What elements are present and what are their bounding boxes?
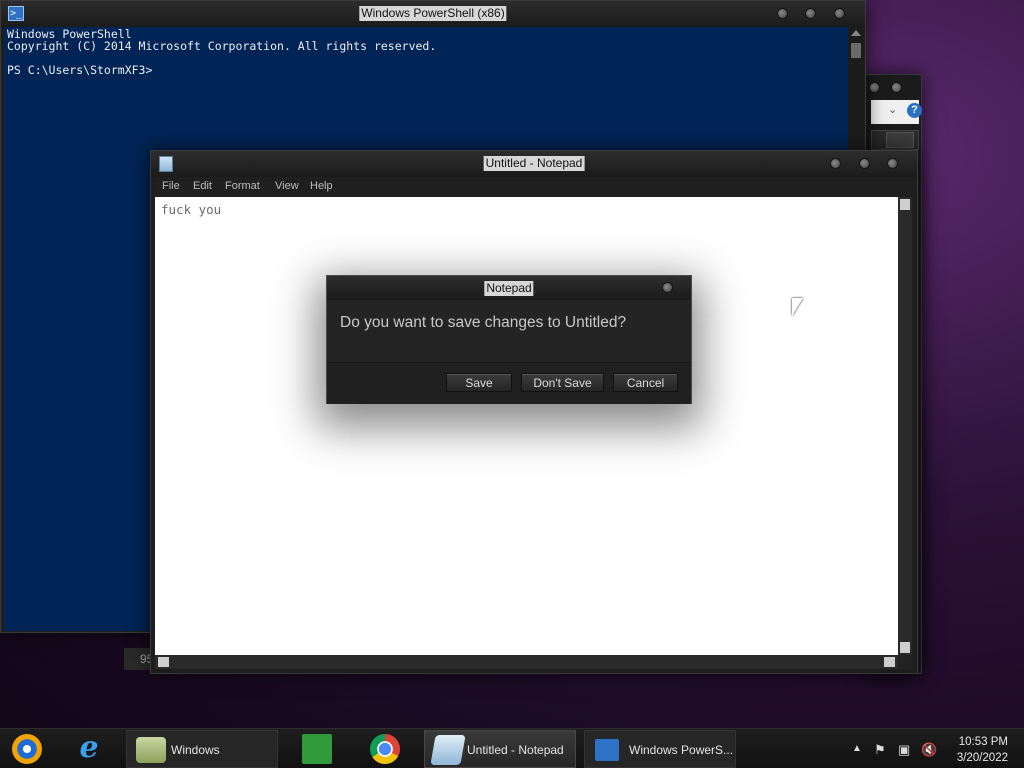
menu-format[interactable]: Format — [225, 180, 260, 192]
scrollbar-thumb[interactable] — [851, 43, 861, 58]
notepad-icon[interactable] — [159, 156, 173, 172]
powershell-icon[interactable]: >_ — [8, 6, 24, 21]
menu-file[interactable]: File — [162, 180, 180, 192]
scroll-down-arrow-icon[interactable] — [900, 642, 910, 653]
taskbar-internet-explorer[interactable]: e — [66, 730, 112, 768]
taskbar-notepad[interactable]: Untitled - Notepad — [424, 730, 576, 768]
taskbar-file-explorer[interactable]: Windows — [126, 730, 278, 768]
show-hidden-icons-icon[interactable]: ▲ — [852, 743, 862, 754]
dialog-message: Do you want to save changes to Untitled? — [340, 314, 627, 331]
close-button[interactable] — [662, 282, 673, 293]
dont-save-button[interactable]: Don't Save — [521, 373, 604, 392]
dialog-button-bar: Save Don't Save Cancel — [327, 362, 691, 404]
notepad-icon — [430, 735, 466, 765]
horizontal-scrollbar[interactable] — [155, 655, 898, 669]
help-icon[interactable]: ? — [907, 103, 922, 118]
minimize-button[interactable] — [830, 158, 841, 169]
console-line: Copyright (C) 2014 Microsoft Corporation… — [7, 39, 437, 53]
dialog-titlebar[interactable]: Notepad — [327, 276, 691, 300]
menu-edit[interactable]: Edit — [193, 180, 212, 192]
scroll-right-arrow-icon[interactable] — [884, 657, 895, 667]
notepad-titlebar[interactable]: Untitled - Notepad — [151, 151, 917, 177]
maximize-button[interactable] — [859, 158, 870, 169]
internet-explorer-icon: e — [79, 730, 99, 765]
vertical-scrollbar[interactable] — [898, 197, 912, 655]
search-bar[interactable] — [871, 130, 919, 150]
taskbar-label: Windows — [171, 743, 220, 757]
folder-icon — [136, 737, 166, 763]
taskbar-chrome[interactable] — [362, 730, 408, 768]
taskbar-powershell[interactable]: Windows PowerS... — [584, 730, 736, 768]
network-icon[interactable]: ▣ — [898, 742, 910, 758]
resize-grip[interactable] — [898, 655, 912, 669]
powershell-titlebar[interactable]: >_ Windows PowerShell (x86) — [1, 1, 865, 27]
window-title: Untitled - Notepad — [483, 156, 585, 171]
menu-help[interactable]: Help — [310, 180, 333, 192]
store-icon — [302, 734, 332, 764]
address-bar[interactable]: ⌄ ? — [871, 100, 922, 124]
dialog-title: Notepad — [484, 281, 534, 296]
action-center-flag-icon[interactable]: ⚑ — [874, 742, 886, 758]
console-prompt: PS C:\Users\StormXF3> — [7, 63, 153, 77]
clock[interactable]: 10:53 PM 3/20/2022 — [957, 734, 1008, 766]
close-button[interactable] — [887, 158, 898, 169]
taskbar-label: Untitled - Notepad — [467, 743, 564, 757]
powershell-icon — [595, 739, 619, 761]
chrome-icon — [370, 734, 400, 764]
cancel-button[interactable]: Cancel — [613, 373, 678, 392]
scroll-left-arrow-icon[interactable] — [158, 657, 169, 667]
volume-muted-icon[interactable]: 🔇 — [921, 742, 937, 758]
window-control-button[interactable] — [869, 82, 880, 93]
menu-bar: File Edit Format View Help — [155, 177, 913, 196]
maximize-button[interactable] — [805, 8, 816, 19]
minimize-button[interactable] — [777, 8, 788, 19]
window-title: Windows PowerShell (x86) — [359, 6, 507, 21]
search-icon[interactable] — [886, 132, 914, 148]
taskbar: e Windows Untitled - Notepad Windows Pow… — [0, 728, 1024, 768]
menu-view[interactable]: View — [275, 180, 299, 192]
scroll-up-arrow-icon[interactable] — [900, 199, 910, 210]
save-button[interactable]: Save — [446, 373, 512, 392]
notepad-window[interactable]: Untitled - Notepad File Edit Format View… — [150, 150, 918, 674]
save-changes-dialog[interactable]: Notepad Do you want to save changes to U… — [326, 275, 692, 404]
text-editor[interactable]: fuck you — [155, 197, 898, 655]
clock-time: 10:53 PM — [958, 736, 1008, 748]
chevron-down-icon[interactable]: ⌄ — [888, 103, 897, 116]
taskbar-media-player[interactable] — [4, 730, 50, 768]
close-button[interactable] — [834, 8, 845, 19]
window-close-button[interactable] — [891, 82, 902, 93]
clock-date: 3/20/2022 — [956, 752, 1008, 764]
taskbar-label: Windows PowerS... — [629, 743, 734, 757]
scroll-up-arrow-icon[interactable] — [851, 30, 861, 36]
taskbar-store[interactable] — [296, 730, 338, 768]
mouse-cursor-icon — [792, 298, 803, 316]
media-player-icon — [12, 734, 42, 764]
